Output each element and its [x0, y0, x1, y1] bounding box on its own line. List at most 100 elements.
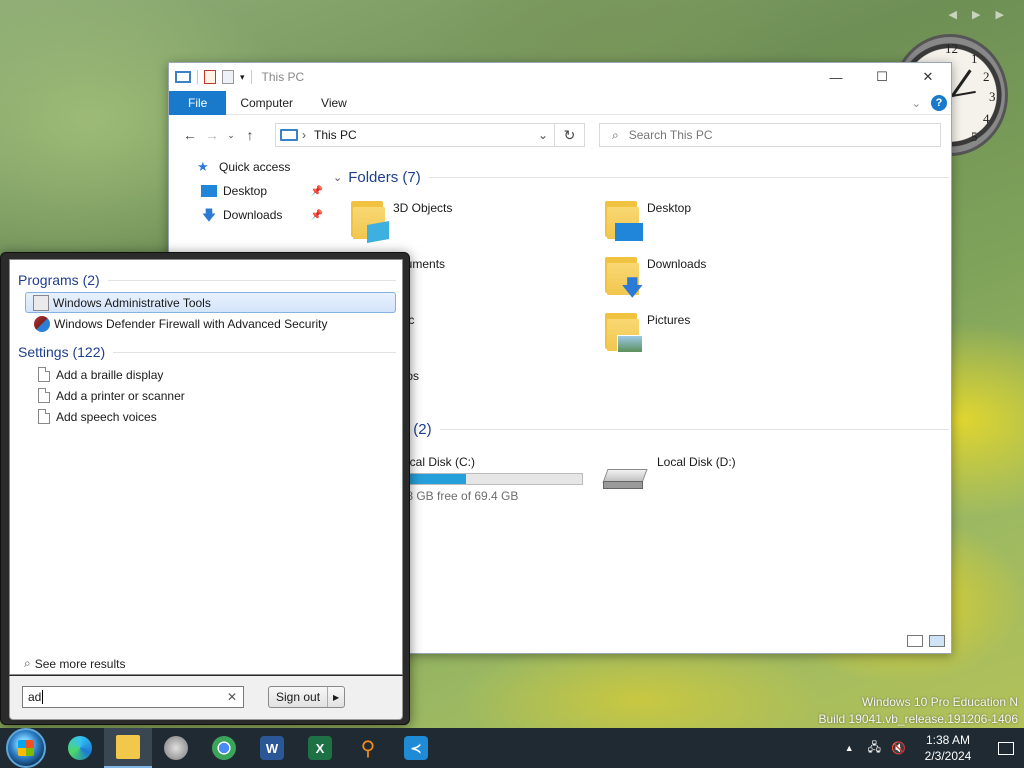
content-pane: ⌄ Folders (7) 3D Objects Desktop ocument… [329, 163, 949, 507]
3d-objects-folder-icon [349, 197, 389, 243]
taskbar-app-vscode[interactable]: ≺ [392, 728, 440, 768]
forward-button[interactable]: → [201, 127, 223, 143]
taskbar: W X ⚲ ≺ ▲ 🖧 🔇 1:38 AM 2/3/2024 [0, 728, 1024, 768]
window-title: This PC [261, 70, 305, 84]
gadget-nav-arrows[interactable]: ◀ ▶ ▶ [949, 8, 1011, 21]
network-icon[interactable]: 🖧 [868, 738, 881, 759]
result-add-printer-scanner[interactable]: Add a printer or scanner [25, 385, 396, 406]
window-controls: — ☐ ✕ [813, 63, 951, 91]
tab-file[interactable]: File [169, 90, 227, 115]
refresh-button[interactable]: ↻ [555, 123, 585, 147]
address-bar[interactable]: › This PC ⌄ [275, 123, 555, 147]
pin-icon: 📌 [310, 185, 323, 197]
nav-quick-access[interactable]: ★ Quick access [169, 155, 329, 179]
chrome-icon [212, 736, 236, 760]
word-icon: W [260, 736, 284, 760]
taskbar-app-misc[interactable] [152, 728, 200, 768]
nav-label: Downloads [223, 208, 283, 222]
pin-icon: 📌 [310, 209, 323, 221]
minimize-button[interactable]: — [813, 63, 859, 91]
firewall-icon [34, 315, 50, 332]
taskbar-app-edge[interactable] [56, 728, 104, 768]
divider [439, 428, 949, 430]
magnifier-icon: ⚲ [360, 737, 376, 760]
see-more-results-link[interactable]: ⌕ See more results [24, 656, 125, 671]
divider [250, 70, 252, 84]
result-label: Add a braille display [56, 367, 164, 382]
help-icon[interactable]: ? [931, 95, 947, 111]
result-add-braille-display[interactable]: Add a braille display [25, 364, 396, 385]
breadcrumb-chevron-icon[interactable]: › [302, 128, 306, 142]
this-pc-icon [175, 71, 191, 83]
folder-pictures[interactable]: Pictures [603, 303, 857, 359]
collapse-chevron-icon[interactable]: ⌄ [333, 171, 342, 184]
folder-desktop[interactable]: Desktop [603, 191, 857, 247]
see-more-label: See more results [34, 656, 126, 671]
drives-grid: ocal Disk (C:) .8 GB free of 69.4 GB Loc… [349, 447, 949, 507]
expand-ribbon-icon[interactable]: ⌄ [912, 97, 921, 110]
section-title: Settings (122) [18, 344, 106, 360]
taskbar-app-search-tool[interactable]: ⚲ [344, 728, 392, 768]
divider [113, 351, 396, 353]
folder-3d-objects[interactable]: 3D Objects [349, 191, 603, 247]
maximize-button[interactable]: ☐ [859, 63, 905, 91]
drive-usage-fill [404, 474, 467, 484]
text-caret [42, 690, 44, 704]
drive-d[interactable]: Local Disk (D:) [602, 447, 857, 507]
navigation-pane: ★ Quick access Desktop 📌 🡇 Downloads 📌 [169, 155, 329, 227]
taskbar-app-word[interactable]: W [248, 728, 296, 768]
excel-icon: X [308, 736, 332, 760]
details-view-icon[interactable] [907, 635, 923, 647]
programs-header[interactable]: Programs (2) [10, 268, 402, 292]
drive-free-space: .8 GB free of 69.4 GB [403, 489, 519, 503]
result-add-speech-voices[interactable]: Add speech voices [25, 406, 396, 427]
properties-icon[interactable] [204, 70, 216, 84]
address-dropdown-icon[interactable]: ⌄ [538, 128, 548, 142]
folder-label: 3D Objects [393, 201, 453, 215]
tab-view[interactable]: View [307, 91, 361, 115]
taskbar-app-chrome[interactable] [200, 728, 248, 768]
title-bar[interactable]: ▾ This PC — ☐ ✕ [169, 63, 951, 91]
customize-toolbar-icon[interactable]: ▾ [240, 72, 245, 83]
start-search-input[interactable]: ad ✕ [22, 686, 244, 708]
search-box[interactable]: ⌕ Search This PC [599, 123, 941, 147]
folders-group-header[interactable]: ⌄ Folders (7) [329, 163, 949, 191]
settings-header[interactable]: Settings (122) [10, 340, 402, 364]
address-bar-row: ← → ⌄ ↑ › This PC ⌄ ↻ ⌕ Search This PC [169, 115, 951, 155]
show-hidden-icons-icon[interactable]: ▲ [845, 743, 854, 753]
desktop-icon [201, 185, 217, 197]
nav-label: Quick access [219, 160, 291, 174]
nav-item-downloads[interactable]: 🡇 Downloads 📌 [169, 203, 329, 227]
result-windows-administrative-tools[interactable]: Windows Administrative Tools [25, 292, 396, 313]
pictures-folder-icon [603, 309, 643, 353]
tab-computer[interactable]: Computer [226, 91, 307, 115]
notification-icon [998, 741, 1014, 755]
ribbon-tabs: File Computer View ⌄ ? [169, 90, 951, 115]
downloads-folder-icon: 🡇 [603, 253, 644, 299]
taskbar-app-file-explorer[interactable] [104, 728, 152, 768]
large-icons-view-icon[interactable] [929, 635, 945, 647]
taskbar-app-excel[interactable]: X [296, 728, 344, 768]
recent-locations-button[interactable]: ⌄ [223, 130, 239, 141]
volume-muted-icon[interactable]: 🔇 [891, 741, 906, 755]
sign-out-button[interactable]: Sign out ▶ [268, 686, 346, 708]
folder-label: Pictures [647, 313, 691, 327]
folder-downloads[interactable]: 🡇 Downloads [603, 247, 857, 303]
result-label: Windows Administrative Tools [53, 295, 211, 310]
app-icon [164, 736, 188, 760]
search-results-panel: Programs (2) Windows Administrative Tool… [9, 259, 403, 675]
drives-group-header[interactable]: ⌄ nd drives (2) [329, 415, 949, 443]
power-options-arrow-icon[interactable]: ▶ [328, 687, 344, 707]
result-windows-defender-firewall[interactable]: Windows Defender Firewall with Advanced … [25, 313, 396, 334]
up-button[interactable]: ↑ [239, 127, 261, 143]
nav-item-desktop[interactable]: Desktop 📌 [169, 179, 329, 203]
clear-search-icon[interactable]: ✕ [227, 690, 237, 704]
start-button[interactable] [6, 728, 46, 768]
back-button[interactable]: ← [179, 127, 201, 143]
this-pc-icon [280, 129, 298, 141]
close-button[interactable]: ✕ [905, 63, 951, 91]
new-folder-icon[interactable] [222, 70, 234, 84]
breadcrumb-this-pc[interactable]: This PC [314, 128, 357, 142]
action-center-button[interactable] [988, 741, 1024, 755]
taskbar-clock[interactable]: 1:38 AM 2/3/2024 [916, 732, 980, 764]
